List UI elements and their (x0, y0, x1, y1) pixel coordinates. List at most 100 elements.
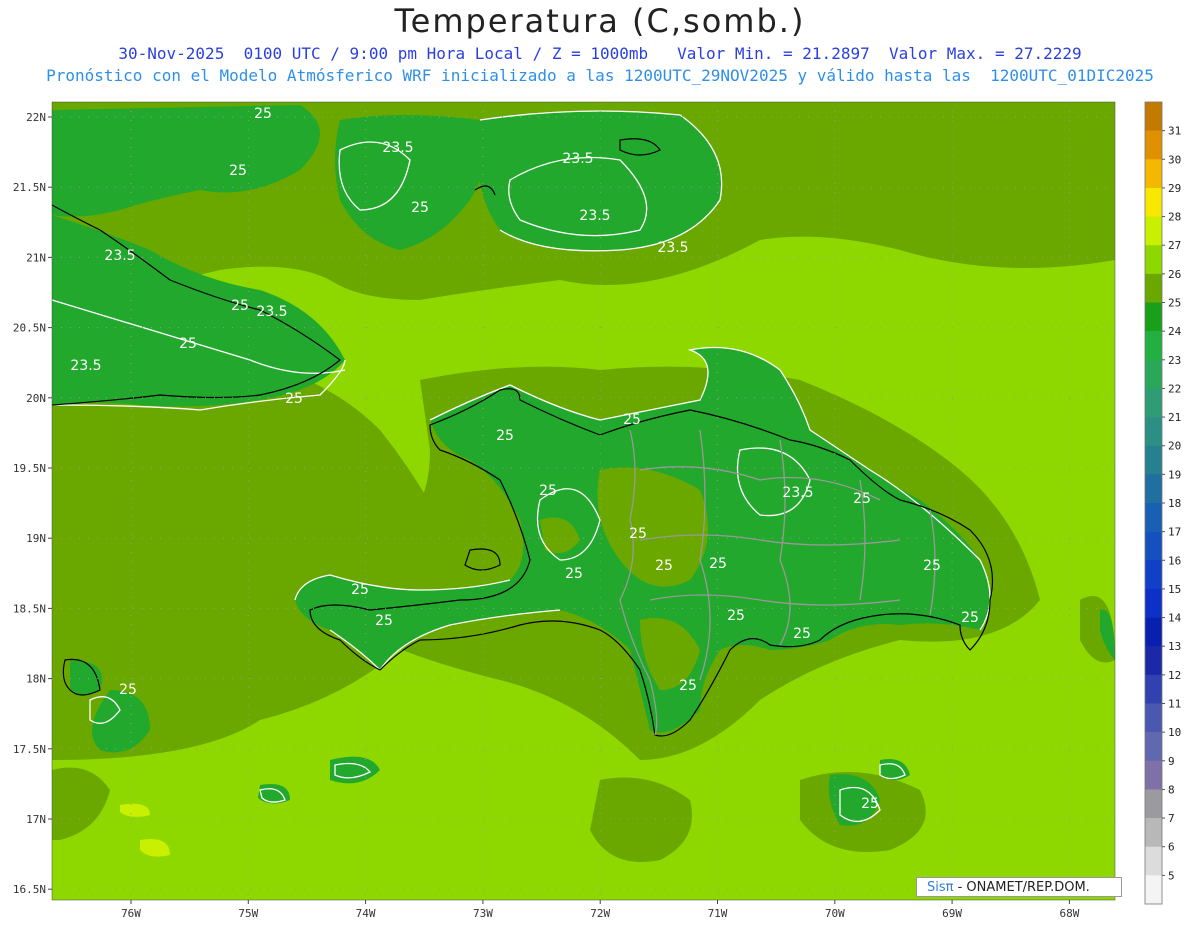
colorbar-label: 31 (1168, 125, 1181, 138)
colorbar-label: 5 (1168, 869, 1175, 882)
colorbar-label: 25 (1168, 297, 1181, 310)
contour-label: 23.5 (562, 151, 593, 167)
lon-tick-label: 69W (942, 907, 962, 920)
contour-label: 25 (229, 163, 247, 179)
colorbar-label: 15 (1168, 583, 1181, 596)
colorbar-swatch (1145, 187, 1162, 217)
lat-tick-label: 18N (26, 673, 46, 686)
colorbar-label: 21 (1168, 411, 1181, 424)
colorbar-swatch (1145, 388, 1162, 418)
lat-tick-label: 20.5N (13, 322, 46, 335)
colorbar-swatch (1145, 245, 1162, 275)
colorbar-label: 30 (1168, 153, 1181, 166)
contour-label: 25 (565, 566, 583, 582)
colorbar-swatch (1145, 445, 1162, 475)
colorbar-swatch (1145, 732, 1162, 762)
contour-label: 25 (623, 412, 641, 428)
colorbar-label: 23 (1168, 354, 1181, 367)
colorbar-label: 18 (1168, 497, 1181, 510)
lat-tick-label: 19N (26, 532, 46, 545)
colorbar-swatch (1145, 646, 1162, 676)
contour-label: 25 (923, 558, 941, 574)
lon-tick-label: 70W (825, 907, 845, 920)
colorbar-swatch (1145, 302, 1162, 332)
lon-tick-label: 68W (1059, 907, 1079, 920)
contour-label: 23.5 (70, 358, 101, 374)
contour-label: 23.5 (782, 485, 813, 501)
lat-tick-label: 17N (26, 813, 46, 826)
contour-label: 23.5 (579, 208, 610, 224)
colorbar-label: 29 (1168, 182, 1181, 195)
colorbar-label: 17 (1168, 526, 1181, 539)
colorbar-swatch (1145, 102, 1162, 131)
lon-tick-label: 75W (238, 907, 258, 920)
colorbar-label: 19 (1168, 468, 1181, 481)
lon-tick-label: 74W (356, 907, 376, 920)
contour-label: 23.5 (382, 140, 413, 156)
colorbar-swatch (1145, 674, 1162, 704)
colorbar-swatch (1145, 359, 1162, 389)
contour-label: 25 (411, 200, 429, 216)
colorbar: 31 30 29 28 27 26 25 24 23 22 21 20 19 18 17 16 15 14 13 12… (1144, 101, 1182, 905)
colorbar-label: 9 (1168, 755, 1175, 768)
colorbar-label: 28 (1168, 211, 1181, 224)
contour-label: 25 (655, 558, 673, 574)
colorbar-label: 22 (1168, 382, 1181, 395)
colorbar-swatch (1145, 560, 1162, 590)
contour-label: 23.5 (256, 304, 287, 320)
lon-tick-label: 73W (473, 907, 493, 920)
credit-box: Sisπ - ONAMET/REP.DOM. (916, 877, 1122, 897)
colorbar-swatch (1145, 417, 1162, 447)
lat-tick-label: 19.5N (13, 462, 46, 475)
lat-tick-label: 21.5N (13, 181, 46, 194)
lat-tick-label: 22N (26, 111, 46, 124)
colorbar-label: 27 (1168, 239, 1181, 252)
credit-brand: Sisπ (927, 880, 954, 895)
colorbar-label: 26 (1168, 268, 1181, 281)
contour-label: 25 (119, 682, 137, 698)
colorbar-swatch (1145, 331, 1162, 361)
colorbar-label: 6 (1168, 841, 1175, 854)
contour-label: 25 (254, 106, 272, 122)
colorbar-label: 8 (1168, 783, 1175, 796)
colorbar-label: 24 (1168, 325, 1182, 338)
colorbar-swatch (1145, 703, 1162, 733)
colorbar-swatch (1145, 531, 1162, 561)
colorbar-label: 12 (1168, 669, 1181, 682)
colorbar-label: 14 (1168, 612, 1182, 625)
lat-tick-label: 18.5N (13, 602, 46, 615)
colorbar-swatch (1145, 474, 1162, 504)
credit-text: - ONAMET/REP.DOM. (953, 880, 1090, 895)
contour-label: 25 (861, 796, 879, 812)
colorbar-swatch (1145, 503, 1162, 532)
lon-tick-label: 71W (708, 907, 728, 920)
colorbar-swatch (1145, 818, 1162, 848)
lat-tick-label: 17.5N (13, 743, 46, 756)
contour-label: 25 (351, 582, 369, 598)
colorbar-label: 16 (1168, 554, 1181, 567)
lat-tick-label: 21N (26, 251, 46, 264)
contour-label: 25 (853, 491, 871, 507)
contour-label: 23.5 (657, 240, 688, 256)
colorbar-swatch (1145, 216, 1162, 246)
colorbar-swatch (1145, 789, 1162, 819)
colorbar-swatch (1145, 760, 1162, 790)
contour-label: 25 (231, 298, 249, 314)
contour-label: 25 (285, 391, 303, 407)
colorbar-swatch (1145, 273, 1162, 303)
lat-tick-label: 16.5N (13, 883, 46, 896)
colorbar-label: 11 (1168, 698, 1181, 711)
colorbar-swatch (1145, 130, 1162, 160)
colorbar-label: 13 (1168, 640, 1181, 653)
lat-tick-label: 20N (26, 392, 46, 405)
lon-tick-label: 76W (121, 907, 141, 920)
contour-label: 25 (375, 613, 393, 629)
colorbar-label: 7 (1168, 812, 1175, 825)
colorbar-swatch (1145, 846, 1162, 876)
contour-label: 25 (727, 608, 745, 624)
lon-tick-label: 72W (590, 907, 610, 920)
contour-label: 25 (679, 678, 697, 694)
colorbar-label: 20 (1168, 440, 1181, 453)
colorbar-swatch (1145, 588, 1162, 618)
colorbar-swatch (1145, 159, 1162, 189)
